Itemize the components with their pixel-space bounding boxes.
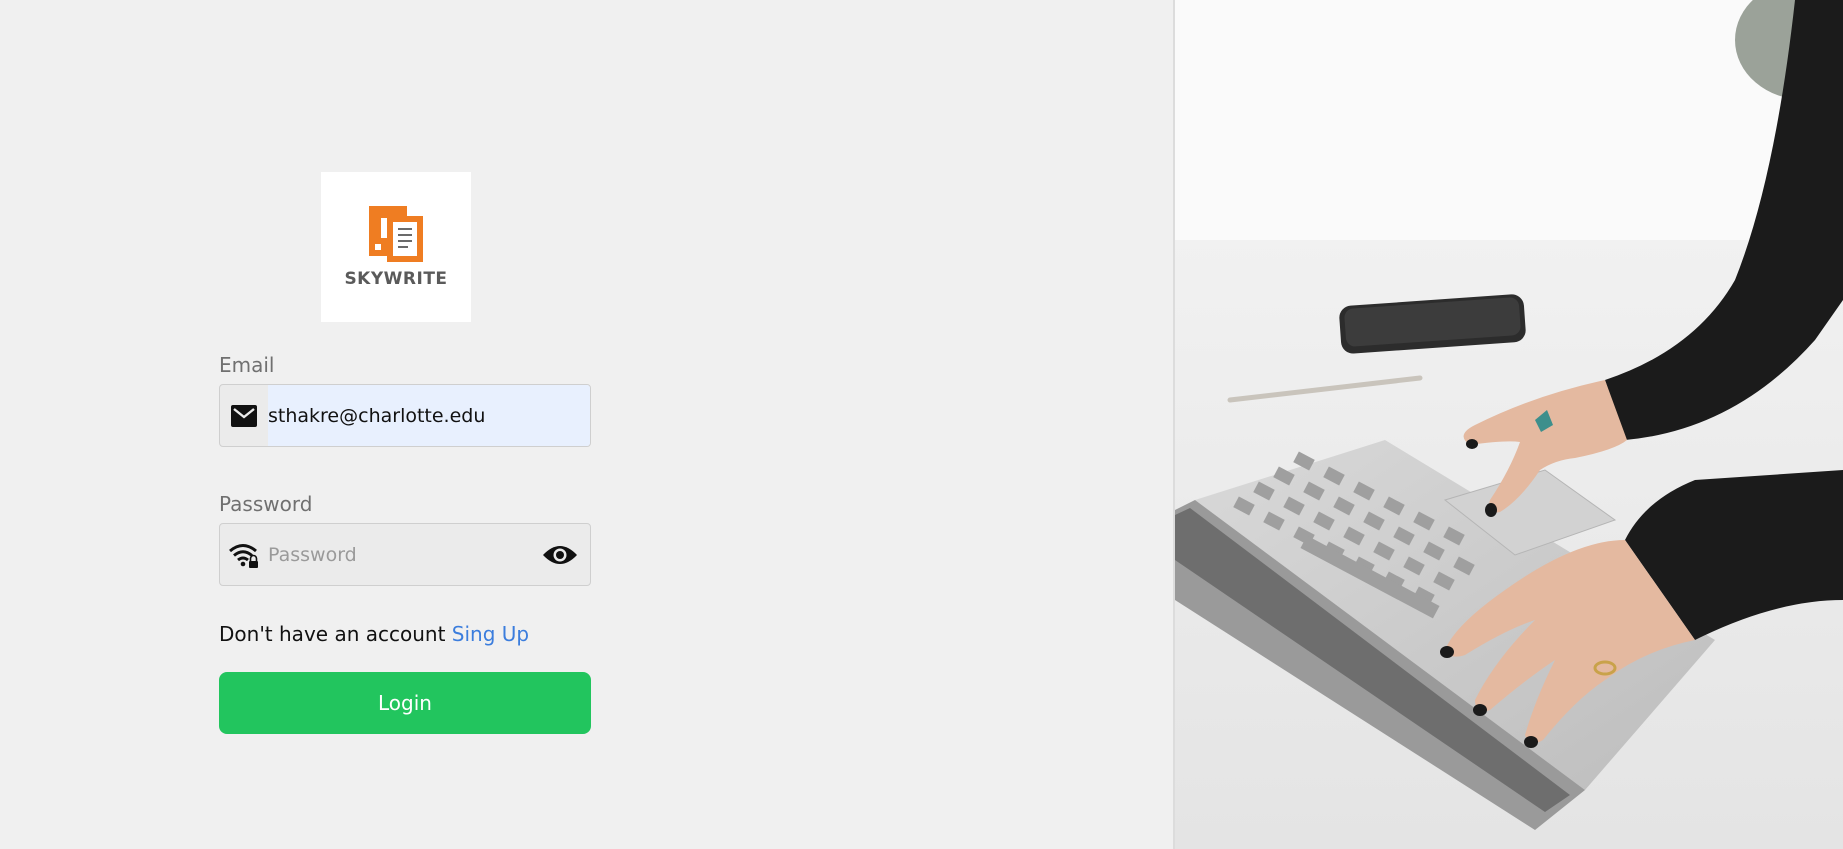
hero-image bbox=[1175, 0, 1843, 849]
signup-prompt-text: Don't have an account bbox=[219, 622, 446, 646]
laptop-typing-photo bbox=[1175, 0, 1843, 849]
login-page: SKYWRITE Email Password bbox=[0, 0, 1843, 849]
mail-icon bbox=[220, 385, 268, 446]
password-input[interactable] bbox=[268, 524, 530, 585]
signup-link[interactable]: Sing Up bbox=[452, 622, 529, 646]
signup-prompt-row: Don't have an account Sing Up bbox=[219, 620, 591, 648]
show-password-button[interactable] bbox=[530, 524, 590, 585]
login-button[interactable]: Login bbox=[219, 672, 591, 734]
login-panel: SKYWRITE Email Password bbox=[0, 0, 1175, 849]
login-form: Email Password bbox=[219, 352, 591, 734]
logo-wordmark: SKYWRITE bbox=[344, 269, 448, 289]
wifi-lock-icon bbox=[220, 524, 268, 585]
eye-icon bbox=[543, 545, 577, 564]
email-field-wrapper bbox=[219, 384, 591, 447]
password-label: Password bbox=[219, 492, 313, 516]
skywrite-logo: SKYWRITE bbox=[321, 172, 471, 322]
email-input[interactable] bbox=[268, 385, 590, 446]
password-field-wrapper bbox=[219, 523, 591, 586]
email-label: Email bbox=[219, 353, 275, 377]
document-logo-icon bbox=[369, 206, 423, 262]
